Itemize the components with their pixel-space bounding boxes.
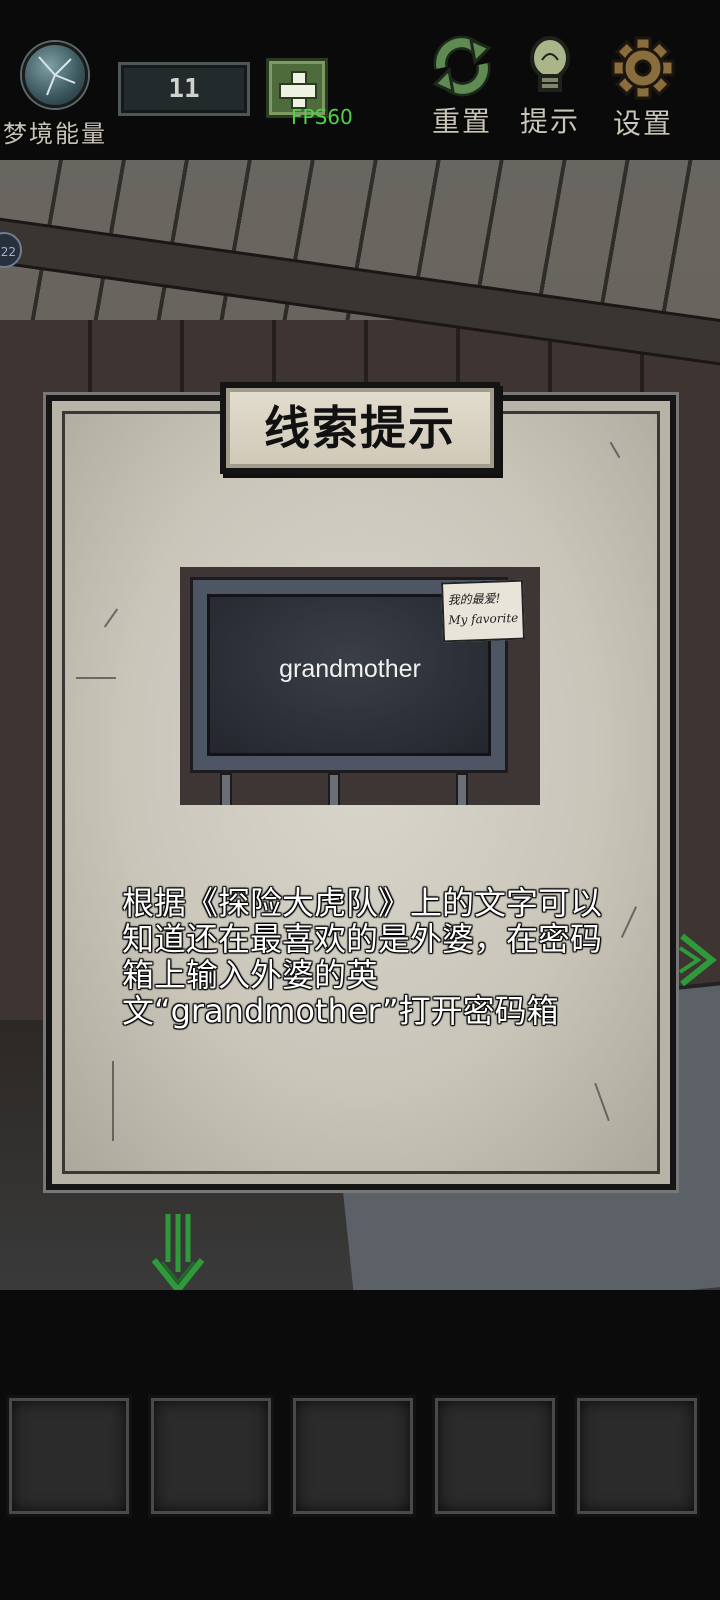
settings-label: 设置	[612, 107, 673, 140]
settings-button[interactable]: 设置	[600, 36, 686, 142]
inventory-slot[interactable]	[290, 1395, 416, 1517]
dream-energy[interactable]: 梦境能量	[0, 42, 110, 149]
clue-description: 根据《探险大虎队》上的文字可以知道还在最喜欢的是外婆，在密码箱上输入外婆的英文“…	[122, 884, 603, 1030]
inventory-slot[interactable]	[574, 1395, 700, 1517]
down-arrow-icon[interactable]	[148, 1210, 208, 1290]
blackboard-word: grandmother	[279, 655, 421, 683]
reset-button[interactable]: 重置	[412, 34, 512, 140]
clue-image: grandmother 我的最爱! My favorite	[180, 567, 540, 805]
inventory-bar	[0, 1290, 720, 1600]
inventory-slot[interactable]	[432, 1395, 558, 1517]
sticky-note: 我的最爱! My favorite	[440, 579, 526, 643]
reset-icon	[432, 35, 492, 97]
fps-indicator: FPS60	[291, 105, 353, 129]
gear-icon	[611, 36, 675, 100]
hint-button[interactable]: 提示	[510, 34, 590, 140]
energy-label: 梦境能量	[3, 120, 107, 148]
cracked-orb-icon	[22, 42, 88, 108]
inventory-slot[interactable]	[6, 1395, 132, 1517]
inventory-slot[interactable]	[148, 1395, 274, 1517]
lightbulb-icon	[530, 36, 570, 92]
energy-count: 11	[118, 62, 250, 116]
top-bar: 梦境能量 11 FPS60 重置 提示 设置	[0, 0, 720, 160]
right-arrow-icon[interactable]	[676, 930, 720, 990]
reset-label: 重置	[431, 105, 492, 138]
dialog-title: 线索提示	[220, 382, 500, 474]
hint-label: 提示	[519, 105, 580, 138]
